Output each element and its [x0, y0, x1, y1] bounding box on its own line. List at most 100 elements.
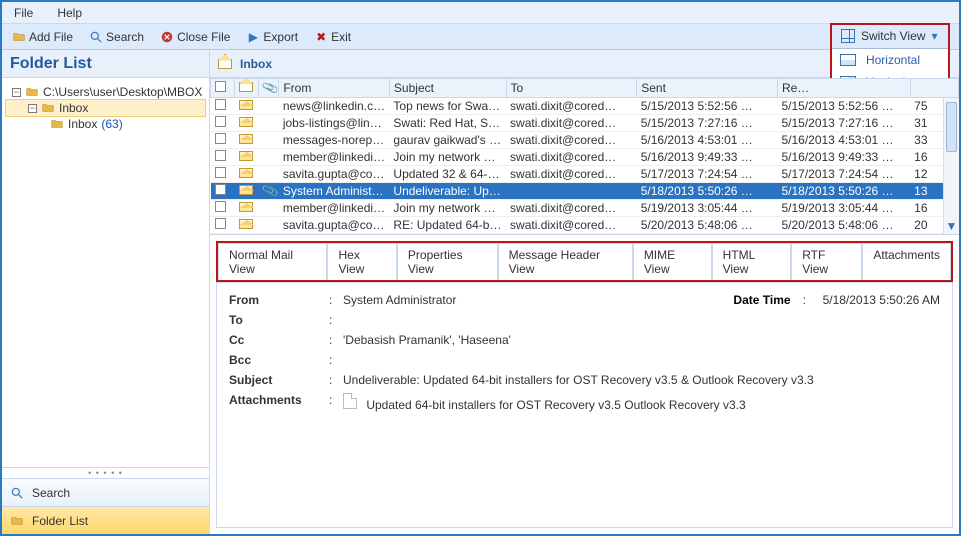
col-size[interactable] [910, 79, 958, 98]
col-sent[interactable]: Sent [637, 79, 778, 98]
detail-attach-text: Updated 64-bit installers for OST Recove… [366, 398, 745, 412]
magnifier-icon [89, 30, 103, 44]
cell-received: 5/16/2013 4:53:01 … [777, 132, 910, 149]
cell-sent: 5/15/2013 7:27:16 … [637, 115, 778, 132]
row-checkbox[interactable] [215, 167, 226, 178]
cell-sent: 5/15/2013 5:52:56 … [637, 98, 778, 115]
layout-icon [841, 29, 855, 43]
tab-mime-view[interactable]: MIME View [633, 243, 712, 280]
add-file-button[interactable]: Add File [8, 28, 77, 46]
splitter-handle[interactable]: • • • • • [2, 468, 209, 478]
switch-view-button[interactable]: Switch View ▾ [831, 24, 949, 48]
table-row[interactable]: news@linkedin.c…Top news for Swa…swati.d… [211, 98, 959, 115]
exit-button[interactable]: ✖ Exit [310, 28, 355, 46]
cell-to: swati.dixit@cored… [506, 98, 637, 115]
exit-label: Exit [331, 30, 351, 44]
col-attach-header[interactable]: 📎 [259, 79, 279, 98]
menu-file[interactable]: File [10, 4, 37, 22]
table-row[interactable]: savita.gupta@cor…RE: Updated 64-bi…swati… [211, 217, 959, 234]
tab-message-header-view[interactable]: Message Header View [498, 243, 633, 280]
col-to[interactable]: To [506, 79, 637, 98]
menu-help[interactable]: Help [53, 4, 86, 22]
detail-from-label: From [229, 293, 329, 307]
mail-closed-icon [239, 168, 253, 178]
tree-inbox-child[interactable]: Inbox (63) [6, 116, 205, 132]
scroll-thumb[interactable] [946, 102, 957, 152]
paperclip-icon: 📎 [261, 79, 279, 97]
row-checkbox[interactable] [215, 201, 226, 212]
collapse-icon[interactable]: − [12, 88, 21, 97]
cell-from: savita.gupta@cor… [279, 166, 390, 183]
tab-properties-view[interactable]: Properties View [397, 243, 498, 280]
mail-closed-icon [239, 117, 253, 127]
nav-search-label: Search [32, 486, 70, 500]
row-checkbox[interactable] [215, 133, 226, 144]
folder-icon [25, 85, 39, 99]
row-checkbox[interactable] [215, 116, 226, 127]
table-row[interactable]: jobs-listings@lin…Swati: Red Hat, Sli…sw… [211, 115, 959, 132]
export-button[interactable]: ▶ Export [242, 28, 302, 46]
folder-tree[interactable]: − C:\Users\user\Desktop\MBOX − Inbox Inb… [2, 78, 209, 467]
tab-rtf-view[interactable]: RTF View [791, 243, 862, 280]
tab-attachments[interactable]: Attachments [862, 243, 951, 280]
col-from[interactable]: From [279, 79, 390, 98]
tree-root[interactable]: − C:\Users\user\Desktop\MBOX [6, 84, 205, 100]
switch-horizontal-item[interactable]: Horizontal [832, 49, 948, 71]
detail-to-label: To [229, 313, 329, 327]
table-row[interactable]: 📎System Administr…Undeliverable: Up…5/18… [211, 183, 959, 200]
col-read-header[interactable] [235, 79, 259, 98]
switch-horizontal-label: Horizontal [866, 53, 920, 67]
tab-normal-mail-view[interactable]: Normal Mail View [218, 243, 327, 280]
cell-from: news@linkedin.c… [279, 98, 390, 115]
mail-closed-icon [239, 219, 253, 229]
detail-subject-label: Subject [229, 373, 329, 387]
cell-from: member@linkedi… [279, 149, 390, 166]
row-checkbox[interactable] [215, 150, 226, 161]
cell-sent: 5/16/2013 4:53:01 … [637, 132, 778, 149]
detail-from-value: System Administrator [343, 293, 693, 307]
detail-subject-value: Undeliverable: Updated 64-bit installers… [343, 373, 940, 387]
cell-received: 5/18/2013 5:50:26 … [777, 183, 910, 200]
col-checkbox-header[interactable] [211, 79, 235, 98]
cell-to: swati.dixit@cored… [506, 115, 637, 132]
vertical-scrollbar[interactable]: ▲ ▼ [943, 98, 959, 234]
cell-from: savita.gupta@cor… [279, 217, 390, 234]
search-button[interactable]: Search [85, 28, 148, 46]
cell-subject: Join my network … [389, 200, 506, 217]
cell-subject: Top news for Swa… [389, 98, 506, 115]
scroll-down-icon[interactable]: ▼ [944, 218, 959, 234]
collapse-icon[interactable]: − [28, 104, 37, 113]
tab-hex-view[interactable]: Hex View [327, 243, 396, 280]
checkbox-icon[interactable] [215, 81, 226, 92]
row-checkbox[interactable] [215, 218, 226, 229]
row-checkbox[interactable] [215, 184, 226, 195]
table-row[interactable]: member@linkedi…Join my network …swati.di… [211, 149, 959, 166]
table-row[interactable]: messages-noreply…gaurav gaikwad's …swati… [211, 132, 959, 149]
mail-closed-icon [239, 100, 253, 110]
detail-bcc-value [343, 353, 940, 367]
cell-received: 5/19/2013 3:05:44 … [777, 200, 910, 217]
cell-received: 5/15/2013 5:52:56 … [777, 98, 910, 115]
detail-datetime-label: Date Time [733, 293, 790, 307]
table-row[interactable]: member@linkedi…Join my network …swati.di… [211, 200, 959, 217]
cell-sent: 5/17/2013 7:24:54 … [637, 166, 778, 183]
table-row[interactable]: savita.gupta@cor…Updated 32 & 64-…swati.… [211, 166, 959, 183]
cell-to: swati.dixit@cored… [506, 166, 637, 183]
col-subject[interactable]: Subject [389, 79, 506, 98]
tree-inbox[interactable]: − Inbox [6, 100, 205, 116]
cell-subject: RE: Updated 64-bi… [389, 217, 506, 234]
col-received[interactable]: Re… [777, 79, 910, 98]
cell-to: swati.dixit@cored… [506, 149, 637, 166]
mail-open-icon [218, 57, 232, 71]
tab-html-view[interactable]: HTML View [712, 243, 792, 280]
nav-search[interactable]: Search [2, 478, 209, 506]
left-nav: • • • • • Search Folder List [2, 467, 209, 534]
cell-to [506, 183, 637, 200]
cell-subject: Undeliverable: Up… [389, 183, 506, 200]
cell-sent: 5/19/2013 3:05:44 … [637, 200, 778, 217]
close-file-button[interactable]: Close File [156, 28, 234, 46]
row-checkbox[interactable] [215, 99, 226, 110]
nav-folder-list[interactable]: Folder List [2, 506, 209, 534]
folder-icon [10, 514, 24, 528]
cell-received: 5/20/2013 5:48:06 … [777, 217, 910, 234]
